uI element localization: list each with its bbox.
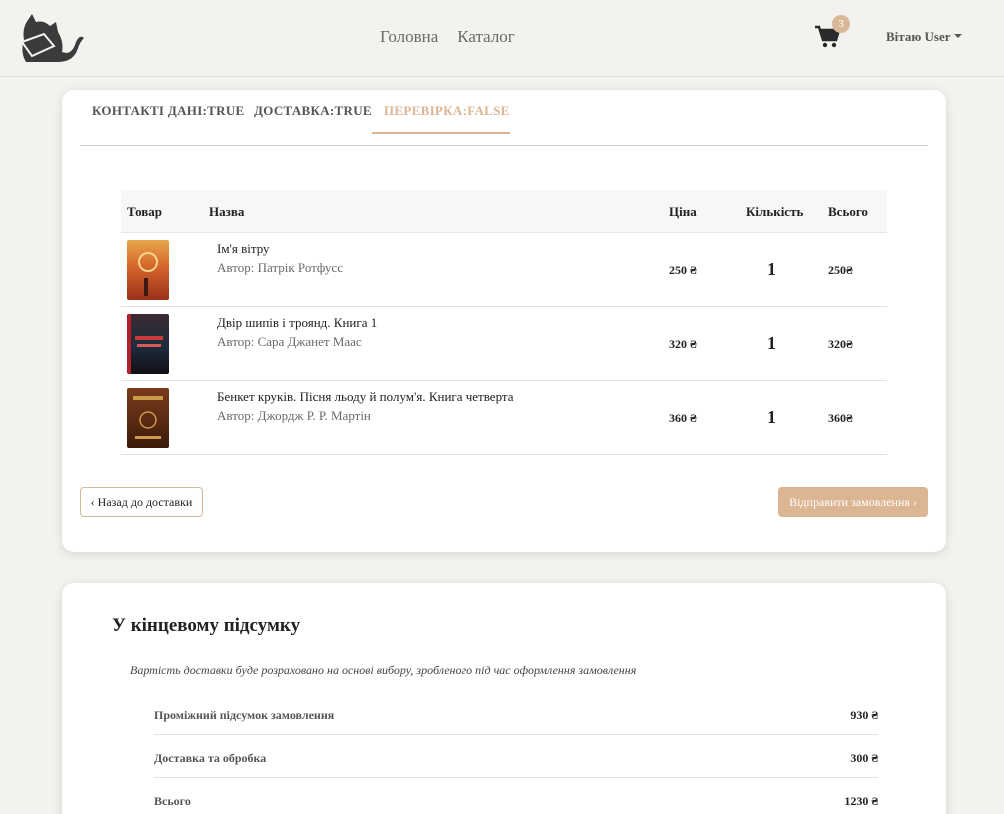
checkout-steps: КОНТАКТІ ДАНІ:TRUE ДОСТАВКА:TRUE ПЕРЕВІР…	[80, 90, 928, 146]
item-total: 320₴	[828, 337, 853, 351]
table-row: Двір шипів і троянд. Книга 1 Автор: Сара…	[121, 307, 887, 381]
summary-value: 1230 ₴	[844, 794, 878, 808]
summary-value: 930 ₴	[850, 708, 878, 722]
tab-delivery[interactable]: ДОСТАВКА:TRUE	[254, 103, 372, 119]
book-author: Автор: Патрік Ротфусс	[217, 260, 343, 275]
column-product: Товар	[127, 204, 163, 219]
back-to-delivery-button[interactable]: ‹ Назад до доставки	[80, 487, 203, 517]
column-total: Всього	[828, 204, 868, 219]
column-price: Ціна	[669, 204, 697, 219]
book-title[interactable]: Двір шипів і троянд. Книга 1	[217, 315, 377, 331]
summary-label: Всього	[154, 794, 191, 808]
item-quantity: 1	[767, 333, 776, 353]
shipping-note: Вартість доставки буде розраховано на ос…	[130, 663, 637, 677]
nav-catalog-link[interactable]: Каталог	[457, 27, 515, 47]
summary-row-total: Всього 1230 ₴	[154, 778, 878, 814]
summary-row-subtotal: Проміжний підсумок замовлення 930 ₴	[154, 692, 878, 735]
book-title[interactable]: Ім'я вітру	[217, 241, 270, 257]
order-summary-card: У кінцевому підсумку Вартість доставки б…	[62, 583, 946, 814]
main-nav: Головна Каталог	[380, 27, 515, 47]
book-author: Автор: Джордж Р. Р. Мартін	[217, 408, 371, 423]
user-greeting: Вітаю User	[886, 29, 951, 44]
tab-contact-data[interactable]: КОНТАКТІ ДАНІ:TRUE	[92, 103, 245, 119]
item-price: 320 ₴	[669, 337, 697, 351]
item-quantity: 1	[767, 259, 776, 279]
item-total: 360₴	[828, 411, 853, 425]
cart-count-badge: 3	[832, 15, 850, 33]
table-header: Товар Назва Ціна Кількість Всього	[121, 190, 887, 233]
book-cover-image[interactable]	[127, 240, 169, 300]
summary-title: У кінцевому підсумку	[112, 615, 301, 636]
caret-down-icon	[953, 34, 962, 38]
item-total: 250₴	[828, 263, 853, 277]
summary-row-shipping: Доставка та обробка 300 ₴	[154, 735, 878, 778]
table-row: Ім'я вітру Автор: Патрік Ротфусс 250 ₴ 1…	[121, 233, 887, 307]
active-tab-indicator	[372, 132, 510, 134]
book-author: Автор: Сара Джанет Маас	[217, 334, 362, 349]
item-quantity: 1	[767, 407, 776, 427]
column-name: Назва	[209, 204, 245, 219]
top-navbar: Головна Каталог 3 Вітаю User	[0, 0, 1004, 77]
order-items-table: Товар Назва Ціна Кількість Всього Ім'я в…	[121, 190, 887, 455]
item-price: 360 ₴	[669, 411, 697, 425]
tab-review[interactable]: ПЕРЕВІРКА:FALSE	[384, 103, 510, 119]
book-cover-image[interactable]	[127, 314, 169, 374]
cat-book-logo-icon[interactable]	[18, 12, 88, 64]
table-row: Бенкет круків. Пісня льоду й полум'я. Кн…	[121, 381, 887, 455]
column-quantity: Кількість	[746, 204, 804, 219]
book-cover-image[interactable]	[127, 388, 169, 448]
checkout-card: КОНТАКТІ ДАНІ:TRUE ДОСТАВКА:TRUE ПЕРЕВІР…	[62, 90, 946, 552]
item-price: 250 ₴	[669, 263, 697, 277]
book-title[interactable]: Бенкет круків. Пісня льоду й полум'я. Кн…	[217, 389, 514, 405]
summary-label: Проміжний підсумок замовлення	[154, 708, 335, 722]
nav-home-link[interactable]: Головна	[380, 27, 438, 47]
summary-label: Доставка та обробка	[154, 751, 267, 765]
summary-value: 300 ₴	[850, 751, 878, 765]
submit-order-button[interactable]: Відправити замовлення ›	[778, 487, 928, 517]
user-dropdown[interactable]: Вітаю User	[886, 29, 962, 45]
